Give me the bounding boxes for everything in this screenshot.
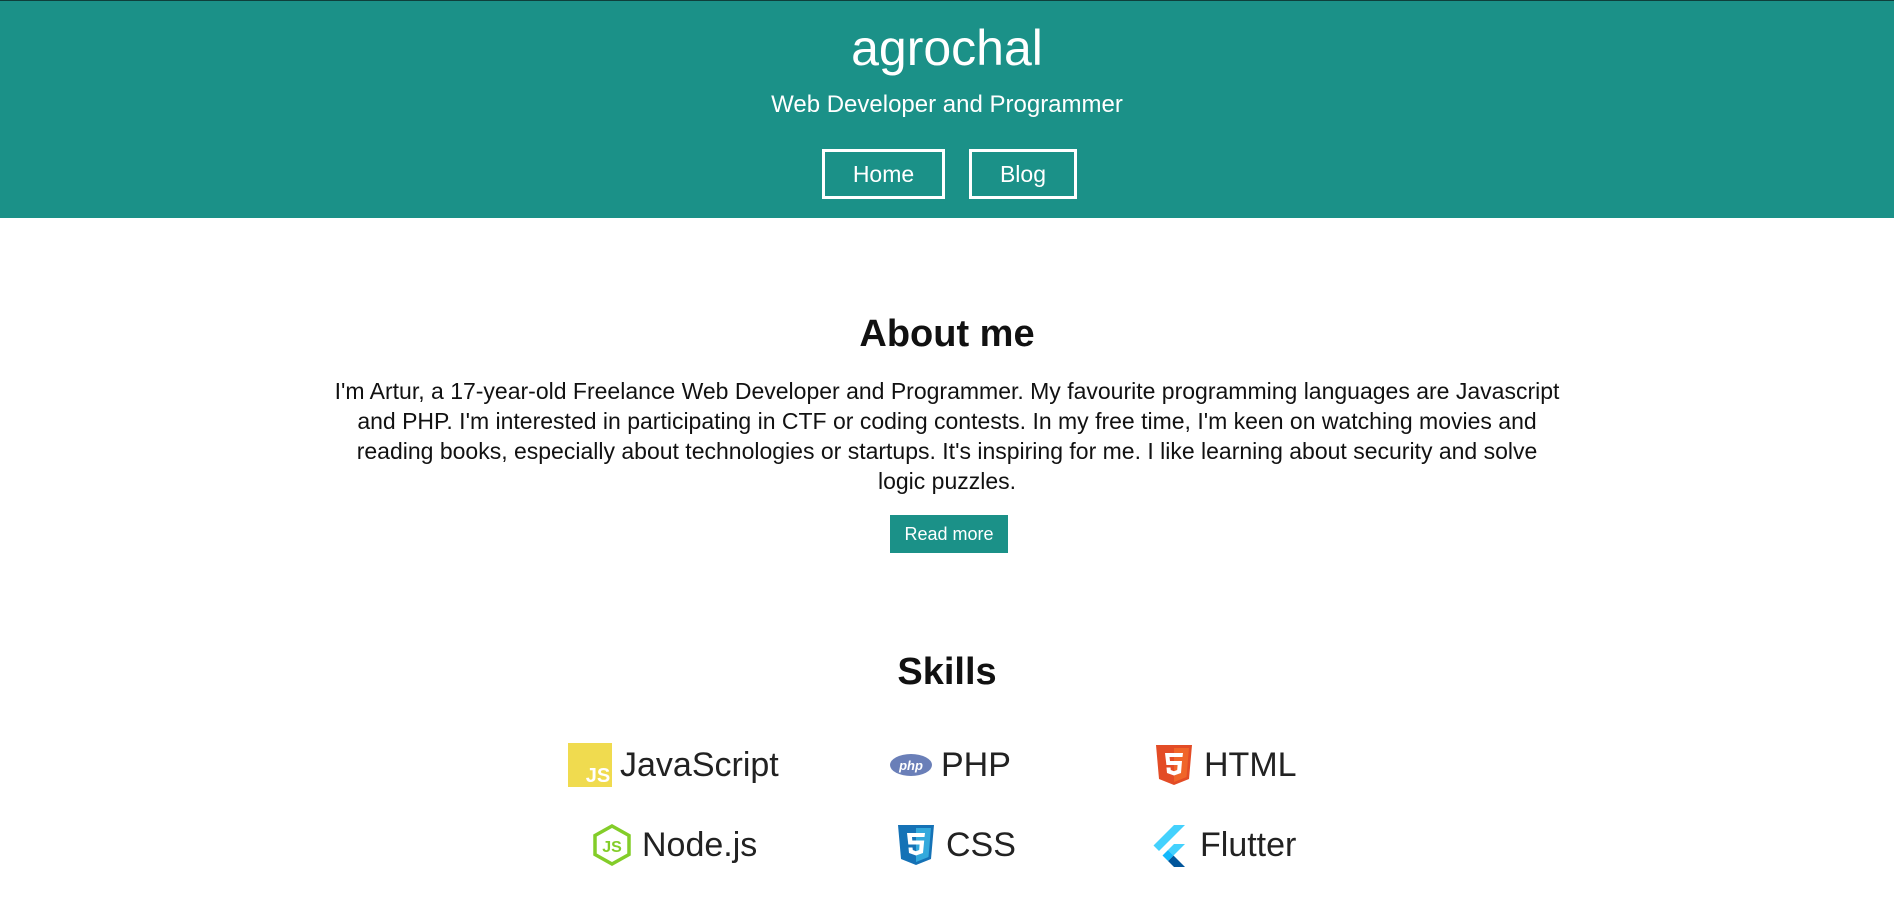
skill-flutter: Flutter bbox=[1148, 820, 1296, 870]
flutter-icon bbox=[1148, 823, 1192, 867]
about-heading: About me bbox=[859, 313, 1035, 355]
skill-label: JavaScript bbox=[620, 745, 779, 784]
javascript-icon: JS bbox=[568, 743, 612, 787]
site-header: agrochal Web Developer and Programmer Ho… bbox=[0, 0, 1894, 218]
skills-heading: Skills bbox=[897, 651, 997, 693]
about-text: I'm Artur, a 17-year-old Freelance Web D… bbox=[334, 378, 1560, 494]
skill-label: PHP bbox=[941, 745, 1011, 784]
skill-label: Node.js bbox=[642, 825, 758, 864]
skill-label: HTML bbox=[1204, 745, 1297, 784]
skill-label: Flutter bbox=[1200, 825, 1297, 864]
svg-text:JS: JS bbox=[602, 839, 622, 856]
skill-css: CSS bbox=[894, 820, 1016, 870]
skill-php: php PHP bbox=[889, 740, 1011, 790]
svg-text:php: php bbox=[898, 758, 923, 773]
read-more-button[interactable]: Read more bbox=[890, 515, 1008, 553]
html5-icon bbox=[1152, 743, 1196, 787]
main-nav: Home Blog bbox=[0, 149, 1894, 199]
nav-blog-button[interactable]: Blog bbox=[969, 149, 1077, 199]
skill-html: HTML bbox=[1152, 740, 1297, 790]
php-icon: php bbox=[889, 743, 933, 787]
css3-icon bbox=[894, 823, 938, 867]
site-title: agrochal bbox=[851, 20, 1043, 76]
skill-javascript: JS JavaScript bbox=[568, 740, 779, 790]
svg-text:JS: JS bbox=[586, 765, 610, 787]
nodejs-icon: JS bbox=[590, 823, 634, 867]
nav-home-button[interactable]: Home bbox=[822, 149, 945, 199]
skill-label: CSS bbox=[946, 825, 1016, 864]
site-subtitle: Web Developer and Programmer bbox=[771, 91, 1123, 118]
skill-nodejs: JS Node.js bbox=[590, 820, 757, 870]
